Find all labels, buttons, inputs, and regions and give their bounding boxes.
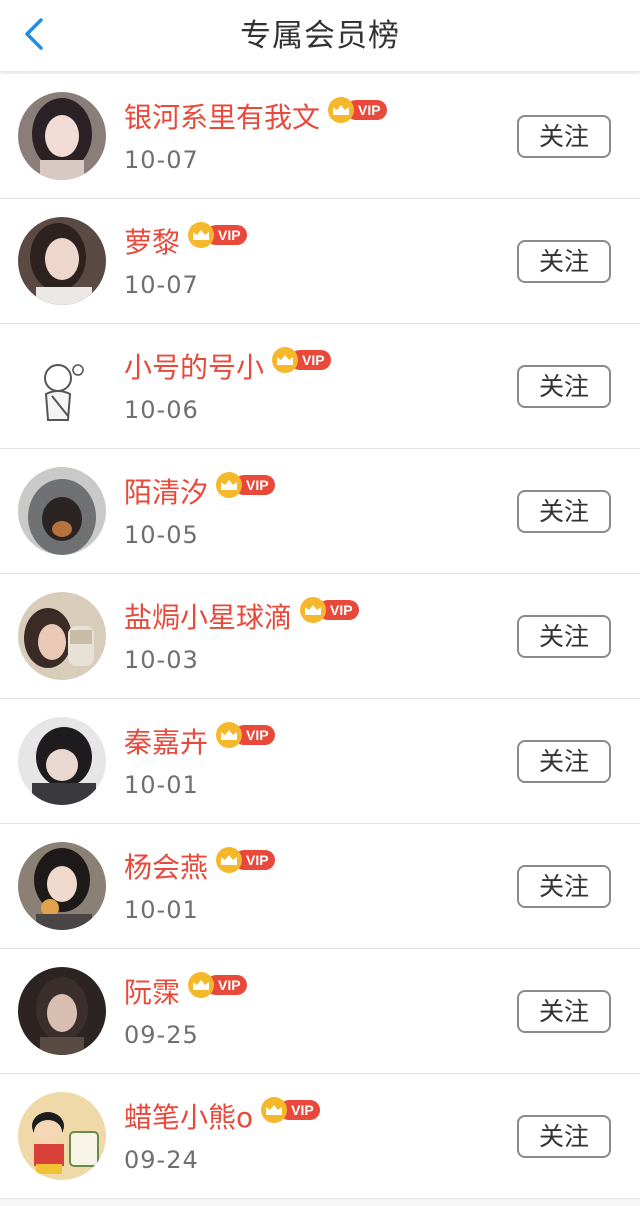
list-item[interactable]: 蜡笔小熊o VIP 09-24 关注 [0, 1074, 640, 1199]
follow-button[interactable]: 关注 [517, 990, 611, 1033]
crown-icon [272, 347, 299, 373]
join-date: 10-03 [124, 646, 199, 674]
avatar[interactable] [18, 467, 106, 555]
vip-badge: VIP [216, 722, 275, 748]
follow-button[interactable]: 关注 [517, 1115, 611, 1158]
join-date: 09-25 [124, 1021, 199, 1049]
join-date: 10-07 [124, 146, 199, 174]
crown-icon [188, 972, 215, 998]
list-item[interactable]: 银河系里有我文 VIP 10-07 关注 [0, 74, 640, 199]
join-date: 10-01 [124, 896, 199, 924]
avatar[interactable] [18, 842, 106, 930]
member-name[interactable]: 小号的号小 [124, 346, 264, 386]
top-bar: 专属会员榜 [0, 0, 640, 72]
member-name[interactable]: 阮霂 [124, 971, 180, 1011]
vip-badge: VIP [216, 472, 275, 498]
crown-icon [216, 722, 243, 748]
avatar[interactable] [18, 967, 106, 1055]
crown-icon [328, 97, 355, 123]
list-item[interactable]: 杨会燕 VIP 10-01 关注 [0, 824, 640, 949]
crown-icon [261, 1097, 288, 1123]
crown-icon [300, 597, 327, 623]
list-item[interactable]: 小号的号小 VIP 10-06 关注 [0, 324, 640, 449]
list-item[interactable]: 盐焗小星球滴 VIP 10-03 关注 [0, 574, 640, 699]
avatar[interactable] [18, 717, 106, 805]
member-name[interactable]: 蜡笔小熊o [124, 1096, 253, 1136]
crown-icon [216, 472, 243, 498]
avatar[interactable] [18, 342, 106, 430]
join-date: 10-07 [124, 271, 199, 299]
vip-badge: VIP [216, 847, 275, 873]
member-name[interactable]: 陌清汐 [124, 471, 208, 511]
page-title: 专属会员榜 [240, 18, 400, 54]
vip-badge: VIP [272, 347, 331, 373]
join-date: 10-06 [124, 396, 199, 424]
crown-icon [188, 222, 215, 248]
join-date: 09-24 [124, 1146, 199, 1174]
follow-button[interactable]: 关注 [517, 365, 611, 408]
member-name[interactable]: 萝黎 [124, 221, 180, 261]
vip-badge: VIP [188, 222, 247, 248]
avatar[interactable] [18, 592, 106, 680]
avatar[interactable] [18, 1092, 106, 1180]
vip-badge: VIP [261, 1097, 320, 1123]
follow-button[interactable]: 关注 [517, 240, 611, 283]
join-date: 10-05 [124, 521, 199, 549]
member-name[interactable]: 银河系里有我文 [124, 96, 320, 136]
follow-button[interactable]: 关注 [517, 115, 611, 158]
avatar[interactable] [18, 92, 106, 180]
member-name[interactable]: 盐焗小星球滴 [124, 596, 292, 636]
list-item[interactable]: 萝黎 VIP 10-07 关注 [0, 199, 640, 324]
vip-badge: VIP [328, 97, 387, 123]
follow-button[interactable]: 关注 [517, 740, 611, 783]
follow-button[interactable]: 关注 [517, 490, 611, 533]
list-item[interactable]: 陌清汐 VIP 10-05 关注 [0, 449, 640, 574]
follow-button[interactable]: 关注 [517, 615, 611, 658]
list-item[interactable]: 阮霂 VIP 09-25 关注 [0, 949, 640, 1074]
avatar[interactable] [18, 217, 106, 305]
crown-icon [216, 847, 243, 873]
join-date: 10-01 [124, 771, 199, 799]
member-name[interactable]: 秦嘉卉 [124, 721, 208, 761]
vip-badge: VIP [300, 597, 359, 623]
follow-button[interactable]: 关注 [517, 865, 611, 908]
vip-badge: VIP [188, 972, 247, 998]
member-name[interactable]: 杨会燕 [124, 846, 208, 886]
member-list: 银河系里有我文 VIP 10-07 关注 萝黎 VIP 10-07 关注 小号的… [0, 74, 640, 1199]
list-item[interactable]: 秦嘉卉 VIP 10-01 关注 [0, 699, 640, 824]
